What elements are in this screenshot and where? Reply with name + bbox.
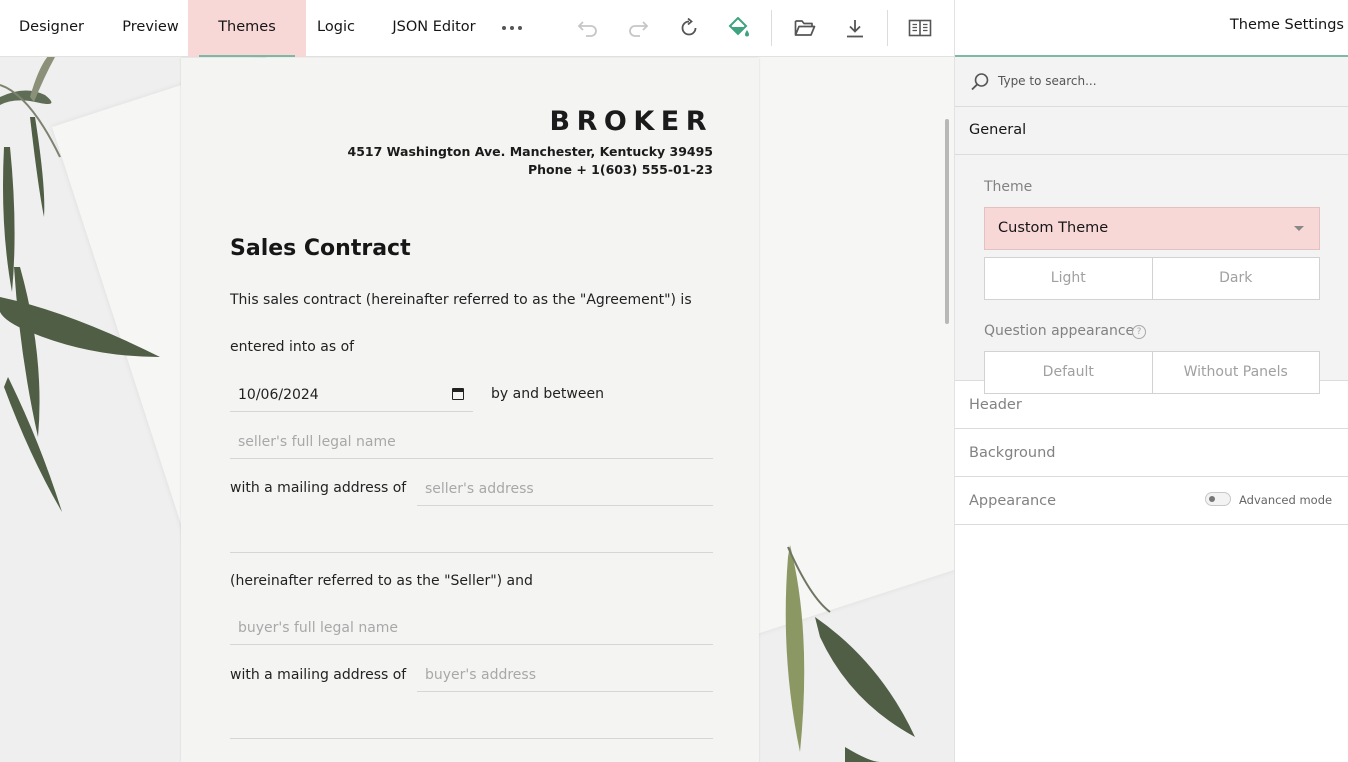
seller-reference-text: (hereinafter referred to as the "Seller"… <box>230 573 533 589</box>
theme-label: Theme <box>984 179 1033 195</box>
section-background[interactable]: Background <box>955 429 1348 477</box>
tab-preview[interactable]: Preview <box>109 0 192 57</box>
dark-mode-button[interactable]: Dark <box>1151 258 1320 299</box>
theme-settings-panel: Theme Settings Type to search... General… <box>954 0 1348 762</box>
company-address: 4517 Washington Ave. Manchester, Kentuck… <box>347 144 713 159</box>
section-background-title: Background <box>969 445 1056 461</box>
open-folder-icon[interactable] <box>790 13 820 43</box>
search-placeholder: Type to search... <box>998 74 1097 88</box>
buyer-address-line-2-input[interactable] <box>230 705 713 739</box>
help-icon[interactable]: ? <box>1132 325 1146 339</box>
section-header[interactable]: Header <box>955 381 1348 429</box>
by-and-between-text: by and between <box>491 386 604 402</box>
settings-search[interactable]: Type to search... <box>955 57 1348 107</box>
buyer-address-input[interactable]: buyer's address <box>417 658 713 692</box>
page-title: Sales Contract <box>230 236 411 261</box>
calendar-icon[interactable] <box>452 388 464 400</box>
top-toolbar: Designer Preview Themes Logic JSON Edito… <box>0 0 954 61</box>
company-phone: Phone + 1(603) 555-01-23 <box>527 162 713 177</box>
buyer-mailing-label: with a mailing address of <box>230 667 407 683</box>
section-general: General Theme Custom Theme Light Dark Qu… <box>955 107 1348 394</box>
panel-title: Theme Settings <box>1229 17 1344 33</box>
section-general-title[interactable]: General <box>969 122 1026 138</box>
section-header-title: Header <box>969 397 1022 413</box>
toolbar-divider <box>887 10 888 46</box>
search-icon <box>971 73 989 91</box>
seller-name-input[interactable]: seller's full legal name <box>230 425 713 459</box>
redo-icon[interactable] <box>623 13 653 43</box>
buyer-name-input[interactable]: buyer's full legal name <box>230 611 713 645</box>
ellipsis-icon[interactable] <box>497 13 527 43</box>
seller-mailing-label: with a mailing address of <box>230 480 407 496</box>
download-icon[interactable] <box>840 13 870 43</box>
chevron-down-icon <box>1294 226 1304 231</box>
intro-text-line-1: This sales contract (hereinafter referre… <box>230 292 692 308</box>
survey-page: BROKER 4517 Washington Ave. Manchester, … <box>181 58 759 762</box>
intro-text-line-2: entered into as of <box>230 339 355 355</box>
tab-logic[interactable]: Logic <box>306 0 366 57</box>
advanced-mode-label: Advanced mode <box>1239 493 1333 507</box>
broker-logo: BROKER <box>549 106 713 137</box>
toggle-knob <box>1209 496 1215 502</box>
section-appearance-title: Appearance <box>969 493 1057 509</box>
toolbar-divider <box>771 10 772 46</box>
canvas-scrollbar[interactable] <box>945 119 949 324</box>
tab-json-editor[interactable]: JSON Editor <box>385 0 483 57</box>
book-icon[interactable] <box>905 13 935 43</box>
section-appearance[interactable]: Appearance Advanced mode <box>955 477 1348 525</box>
panel-header: Theme Settings <box>955 0 1348 57</box>
theme-mode-toggle: Light Dark <box>984 257 1320 300</box>
theme-dropdown[interactable]: Custom Theme <box>984 207 1320 250</box>
question-appearance-label: Question appearance <box>984 323 1135 339</box>
undo-icon[interactable] <box>573 13 603 43</box>
theme-paint-icon[interactable] <box>724 13 754 43</box>
date-value: 10/06/2024 <box>238 387 319 403</box>
advanced-mode-toggle[interactable] <box>1205 492 1231 506</box>
agreement-date-input[interactable]: 10/06/2024 <box>230 378 473 412</box>
light-mode-button[interactable]: Light <box>985 258 1152 299</box>
tab-designer[interactable]: Designer <box>6 0 97 57</box>
reset-icon[interactable] <box>674 13 704 43</box>
section-divider <box>955 154 1348 155</box>
seller-address-input[interactable]: seller's address <box>417 472 713 506</box>
theme-dropdown-value: Custom Theme <box>998 220 1109 236</box>
seller-address-line-2-input[interactable] <box>230 519 713 553</box>
tab-themes[interactable]: Themes <box>188 0 306 61</box>
